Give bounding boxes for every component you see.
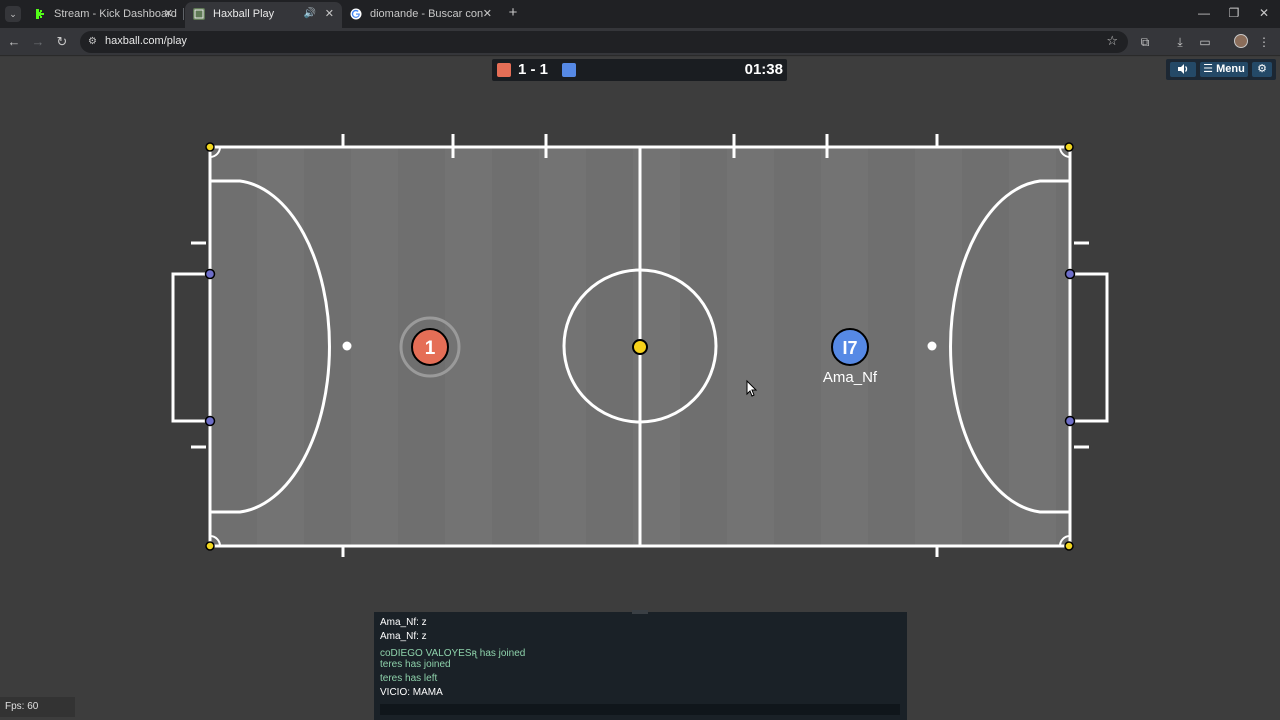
chat-message: coDIEGO VALOYESꭆ has joined (380, 648, 526, 659)
chat-message: Ama_Nf: z (380, 617, 427, 628)
left-penalty-spot (342, 341, 352, 351)
ball (632, 339, 648, 355)
right-goal (1070, 272, 1109, 423)
game-controls: ☰ Menu ⚙ (1166, 59, 1276, 80)
menu-button[interactable]: ☰ Menu (1200, 62, 1248, 77)
settings-button[interactable]: ⚙ (1252, 62, 1272, 77)
menu-icon: ☰ (1203, 63, 1214, 75)
chat-message: teres has left (380, 673, 438, 684)
menu-label: Menu (1216, 63, 1245, 75)
right-penalty-spot (927, 341, 937, 351)
blue-player-name: Ama_Nf (823, 369, 878, 386)
gear-icon: ⚙ (1257, 63, 1267, 75)
match-timer: 01:38 (744, 61, 783, 78)
chat-message: teres has joined (380, 659, 451, 670)
chat-message: Ama_Nf: z (380, 631, 427, 642)
speaker-icon (1178, 64, 1188, 74)
blue-player-number: I7 (842, 338, 857, 358)
red-team-swatch (497, 63, 511, 77)
sound-toggle-button[interactable] (1170, 62, 1196, 77)
chat-panel: Ama_Nf: z Ama_Nf: z coDIEGO VALOYESꭆ has… (374, 610, 907, 720)
left-goal (171, 272, 210, 423)
score: 1 - 1 (518, 61, 549, 78)
chat-message: VICIO: MAMA (380, 687, 443, 698)
scoreboard: 1 - 1 01:38 (492, 59, 787, 81)
red-player-number: 1 (425, 338, 436, 359)
chat-resize-handle[interactable] (632, 610, 648, 614)
chat-input[interactable] (380, 704, 900, 715)
blue-team-swatch (562, 63, 576, 77)
fps-counter: Fps: 60 (0, 697, 75, 717)
